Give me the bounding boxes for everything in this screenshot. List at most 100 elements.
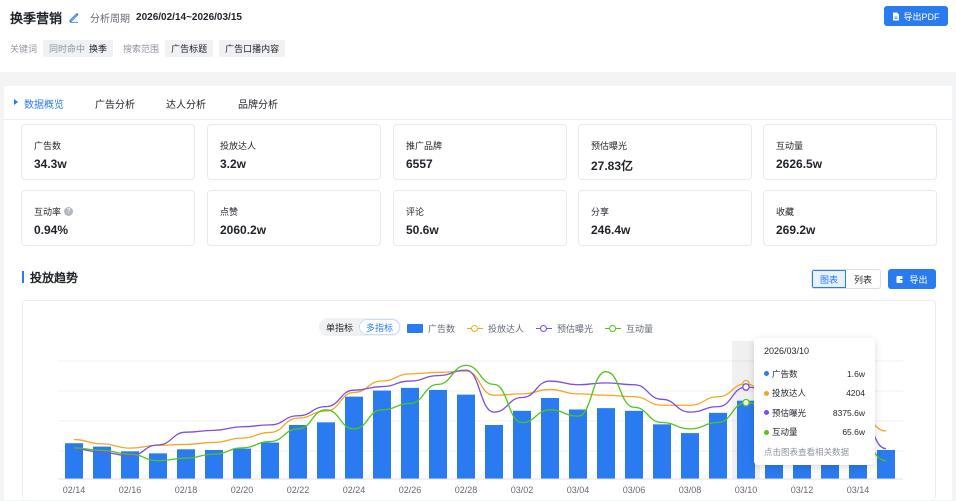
bar-02/20[interactable] <box>233 448 251 479</box>
chart-tooltip: 2026/03/10 广告数 1.6w 投放达人 4204 预估曝光 8375.6w … <box>754 338 875 465</box>
tab-creator-analysis[interactable]: 达人分析 <box>166 96 206 111</box>
metric-card-creators: 投放达人 3.2w <box>207 124 381 180</box>
metric-card-likes: 点赞 2060.2w <box>207 190 381 246</box>
bar-03/01[interactable] <box>485 425 503 479</box>
tooltip-dot <box>764 390 769 396</box>
bar-03/15[interactable] <box>877 449 895 479</box>
tooltip-row: 广告数 1.6w <box>764 364 865 384</box>
metric-label: 投放达人 <box>220 141 257 151</box>
x-tick-label: 02/16 <box>119 485 142 495</box>
export-button[interactable]: 导出 <box>888 269 936 289</box>
bar-03/05[interactable] <box>597 408 615 479</box>
scope-chip-voiceover: 广告口播内容 <box>219 40 286 57</box>
analysis-tabs: 数据概览 广告分析 达人分析 品牌分析 <box>4 86 952 120</box>
bar-02/28[interactable] <box>457 394 475 479</box>
tooltip-dot <box>764 371 769 377</box>
metric-card-comments: 评论 50.6w <box>393 190 567 246</box>
x-tick-label: 03/04 <box>567 485 590 495</box>
caret-right-icon <box>14 99 18 105</box>
keyword-label: 关键词 <box>10 44 38 54</box>
x-tick-label: 02/28 <box>455 485 478 495</box>
x-tick-label: 02/26 <box>399 485 422 495</box>
export-pdf-button[interactable]: 导出PDF <box>884 6 948 26</box>
bar-02/27[interactable] <box>429 389 447 479</box>
metric-card-favorites: 收藏 269.2w <box>763 190 937 246</box>
tooltip-row-label: 投放达人 <box>772 388 807 399</box>
bar-02/17[interactable] <box>149 453 167 479</box>
tooltip-row: 投放达人 4204 <box>764 384 865 404</box>
bar-03/06[interactable] <box>625 410 643 479</box>
tooltip-row-label: 预估曝光 <box>772 407 807 418</box>
bar-02/21[interactable] <box>261 442 279 479</box>
metric-label: 推广品牌 <box>406 141 443 151</box>
bar-02/23[interactable] <box>317 422 335 479</box>
view-toggle: 图表 列表 <box>811 269 881 289</box>
keyword-chip: 同时命中 换季 <box>43 40 114 57</box>
bar-03/04[interactable] <box>569 409 587 479</box>
x-tick-label: 02/24 <box>343 485 366 495</box>
tooltip-row-value: 8375.6w <box>832 407 865 418</box>
tooltip-date: 2026/03/10 <box>764 346 810 356</box>
metric-card-interaction-rate: 互动率? 0.94% <box>21 190 195 246</box>
bar-02/18[interactable] <box>177 449 195 479</box>
bar-03/10[interactable] <box>737 400 755 479</box>
pdf-file-icon <box>893 12 900 20</box>
metric-card-exposure: 预估曝光 27.83亿 <box>578 124 752 180</box>
metric-label: 预估曝光 <box>591 141 628 151</box>
tooltip-row: 互动量 65.6w <box>764 423 865 443</box>
metric-value: 3.2w <box>220 157 247 171</box>
tooltip-row: 预估曝光 8375.6w <box>764 403 865 423</box>
metric-value: 50.6w <box>406 223 439 237</box>
x-tick-label: 02/18 <box>175 485 198 495</box>
metric-label: 评论 <box>406 207 425 217</box>
tooltip-row-label: 广告数 <box>772 368 798 379</box>
overview-content: 广告数 34.3w 投放达人 3.2w 推广品牌 6557 预估曝光 27.83… <box>4 120 952 500</box>
trend-chart[interactable]: 单指标 多指标 广告数 投放达人 预估曝光 互动量 02/14 02/16 02/1… <box>22 300 936 500</box>
bar-02/24[interactable] <box>345 396 363 479</box>
hover-point-2 <box>742 383 750 391</box>
export-pdf-label: 导出PDF <box>903 11 940 22</box>
view-chart-button[interactable]: 图表 <box>812 270 846 288</box>
section-title-text: 投放趋势 <box>30 270 79 285</box>
bar-02/22[interactable] <box>289 425 307 479</box>
x-tick-label: 03/14 <box>847 485 870 495</box>
view-list-button[interactable]: 列表 <box>846 270 880 288</box>
tooltip-row-value: 4204 <box>846 388 865 399</box>
keyword-chip-prefix: 同时命中 <box>49 44 86 54</box>
scope-label: 搜索范围 <box>123 44 160 54</box>
tab-ad-analysis[interactable]: 广告分析 <box>95 96 135 111</box>
metric-label-row: 互动率? <box>34 205 74 218</box>
tooltip-dot <box>764 429 769 435</box>
x-tick-label: 03/12 <box>791 485 814 495</box>
filter-row: 关键词 同时命中 换季 搜索范围 广告标题 广告口播内容 <box>10 40 286 57</box>
period-value: 2026/02/14~2026/03/15 <box>136 11 242 23</box>
section-title-bar <box>22 271 24 283</box>
bar-03/07[interactable] <box>653 424 671 479</box>
metric-value: 246.4w <box>591 223 631 237</box>
tooltip-row-label: 互动量 <box>772 427 798 438</box>
section-title: 投放趋势 <box>22 270 79 285</box>
metric-value: 2626.5w <box>776 157 823 171</box>
bar-03/08[interactable] <box>681 433 699 479</box>
title-row: 换季营销 分析周期 2026/02/14~2026/03/15 <box>10 8 242 26</box>
tooltip-row-value: 1.6w <box>847 368 865 379</box>
metric-card-ads: 广告数 34.3w <box>21 124 195 180</box>
x-tick-label: 02/22 <box>287 485 310 495</box>
page-header: 换季营销 分析周期 2026/02/14~2026/03/15 导出PDF 关键… <box>0 0 956 72</box>
bar-02/25[interactable] <box>373 390 391 479</box>
x-tick-label: 03/08 <box>679 485 702 495</box>
period-label: 分析周期 <box>90 13 131 25</box>
metric-label: 点赞 <box>220 207 239 217</box>
help-icon[interactable]: ? <box>64 207 74 216</box>
hover-point-3 <box>742 398 750 407</box>
tab-brand-analysis[interactable]: 品牌分析 <box>238 96 278 111</box>
metric-value: 269.2w <box>776 223 816 237</box>
metric-label: 互动率 <box>34 207 62 217</box>
x-tick-label: 03/10 <box>735 485 758 495</box>
metric-card-interactions: 互动量 2626.5w <box>763 124 937 180</box>
tooltip-dot <box>764 410 769 416</box>
metric-label: 收藏 <box>776 207 795 217</box>
edit-icon[interactable] <box>68 11 80 23</box>
tab-data-overview[interactable]: 数据概览 <box>24 96 64 111</box>
metric-value: 6557 <box>406 157 433 171</box>
